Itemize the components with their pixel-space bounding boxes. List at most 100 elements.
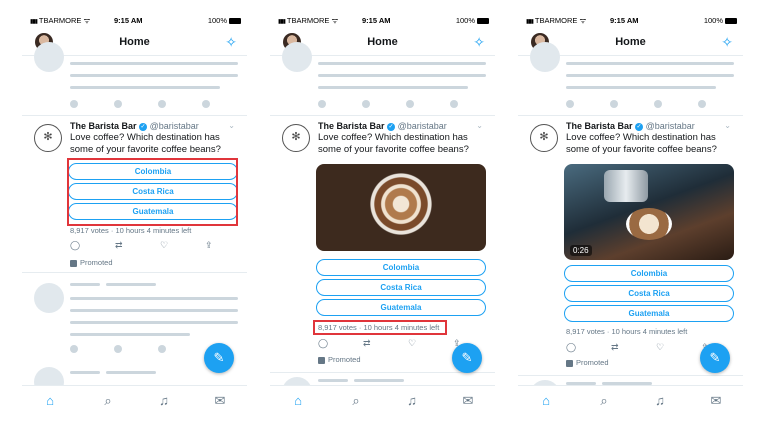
placeholder-line bbox=[70, 321, 238, 324]
placeholder-dot bbox=[70, 345, 78, 353]
tweet-actions: ◯ ⇄ ♡ ⇪ bbox=[318, 338, 468, 350]
compose-tweet-button[interactable]: ✎ bbox=[204, 343, 234, 373]
reply-icon[interactable]: ◯ bbox=[318, 338, 328, 349]
poll-option-costa-rica[interactable]: Costa Rica bbox=[316, 279, 486, 296]
placeholder-dot bbox=[158, 100, 166, 108]
barista-bar-logo-icon[interactable]: ✻ bbox=[34, 124, 62, 152]
promoted-icon bbox=[318, 356, 325, 364]
messages-icon[interactable]: ✉ bbox=[706, 393, 726, 409]
clock: 9:15 AM bbox=[610, 16, 639, 25]
author-name[interactable]: The Barista Bar bbox=[318, 121, 385, 131]
placeholder-dot bbox=[70, 100, 78, 108]
placeholder-tweet bbox=[518, 42, 743, 116]
placeholder-line bbox=[318, 86, 468, 89]
placeholder-line bbox=[566, 86, 716, 89]
placeholder-line bbox=[106, 371, 156, 374]
poll-option-colombia[interactable]: Colombia bbox=[564, 265, 734, 282]
chevron-down-icon[interactable]: ⌄ bbox=[724, 121, 731, 130]
verified-icon: ✓ bbox=[139, 122, 148, 131]
placeholder-line bbox=[70, 74, 238, 77]
bottom-tab-bar: ⌂ ⌕ ♫ ✉ bbox=[518, 385, 743, 417]
sparkle-icon[interactable]: ✧ bbox=[225, 34, 237, 51]
placeholder-dot bbox=[698, 100, 706, 108]
barista-bar-logo-icon[interactable]: ✻ bbox=[282, 124, 310, 152]
tweet-actions: ◯ ⇄ ♡ ⇪ bbox=[566, 342, 716, 354]
reply-icon[interactable]: ◯ bbox=[566, 342, 576, 353]
placeholder-line bbox=[70, 86, 220, 89]
placeholder-tweet bbox=[22, 42, 247, 116]
battery-indicator: 100% bbox=[704, 16, 737, 25]
placeholder-line bbox=[70, 309, 238, 312]
placeholder-line bbox=[70, 297, 238, 300]
latte-pour-video[interactable]: 0:26 bbox=[564, 164, 734, 260]
share-icon[interactable]: ⇪ bbox=[205, 240, 213, 251]
placeholder-line bbox=[70, 371, 100, 374]
search-icon[interactable]: ⌕ bbox=[346, 393, 366, 409]
chevron-down-icon[interactable]: ⌄ bbox=[476, 121, 483, 130]
notifications-icon[interactable]: ♫ bbox=[154, 393, 174, 408]
placeholder-dot bbox=[114, 100, 122, 108]
compose-tweet-button[interactable]: ✎ bbox=[700, 343, 730, 373]
reply-icon[interactable]: ◯ bbox=[70, 240, 80, 251]
poll-option-guatemala[interactable]: Guatemala bbox=[564, 305, 734, 322]
placeholder-dot bbox=[318, 100, 326, 108]
heart-icon[interactable]: ♡ bbox=[656, 342, 664, 353]
bottom-tab-bar: ⌂ ⌕ ♫ ✉ bbox=[22, 385, 247, 417]
latte-art-image[interactable] bbox=[316, 164, 486, 251]
promoted-icon bbox=[566, 359, 573, 367]
heart-icon[interactable]: ♡ bbox=[408, 338, 416, 349]
status-bar: ▮▮▮ TBARMORE ᯤ 9:15 AM 100% bbox=[518, 16, 743, 28]
retweet-icon[interactable]: ⇄ bbox=[363, 338, 371, 349]
messages-icon[interactable]: ✉ bbox=[458, 393, 478, 409]
notifications-icon[interactable]: ♫ bbox=[402, 393, 422, 408]
barista-bar-logo-icon[interactable]: ✻ bbox=[530, 124, 558, 152]
chevron-down-icon[interactable]: ⌄ bbox=[228, 121, 235, 130]
highlight-box bbox=[313, 320, 447, 335]
placeholder-avatar bbox=[282, 42, 312, 72]
author-handle: @baristabar bbox=[397, 121, 447, 131]
poll-option-guatemala[interactable]: Guatemala bbox=[316, 299, 486, 316]
messages-icon[interactable]: ✉ bbox=[210, 393, 230, 409]
promoted-label: Promoted bbox=[70, 258, 113, 267]
author-name[interactable]: The Barista Bar bbox=[566, 121, 633, 131]
home-icon[interactable]: ⌂ bbox=[288, 393, 308, 408]
retweet-icon[interactable]: ⇄ bbox=[115, 240, 123, 251]
battery-icon bbox=[477, 18, 489, 25]
carrier-label: ▮▮▮ TBARMORE ᯤ bbox=[278, 16, 339, 25]
placeholder-line bbox=[318, 74, 486, 77]
author-handle: @baristabar bbox=[149, 121, 199, 131]
tweet-header: The Barista Bar ✓ @baristabar bbox=[566, 121, 695, 131]
signal-icon: ▮▮▮ bbox=[30, 19, 38, 25]
signal-icon: ▮▮▮ bbox=[278, 19, 286, 25]
home-icon[interactable]: ⌂ bbox=[40, 393, 60, 408]
tweet-text: Love coffee? Which destination has some … bbox=[318, 132, 469, 155]
battery-indicator: 100% bbox=[208, 16, 241, 25]
home-icon[interactable]: ⌂ bbox=[536, 393, 556, 408]
poll: Colombia Costa Rica Guatemala bbox=[316, 259, 486, 319]
sparkle-icon[interactable]: ✧ bbox=[721, 34, 733, 51]
battery-icon bbox=[229, 18, 241, 25]
placeholder-avatar bbox=[34, 42, 64, 72]
retweet-icon[interactable]: ⇄ bbox=[611, 342, 619, 353]
poll-option-costa-rica[interactable]: Costa Rica bbox=[564, 285, 734, 302]
compose-tweet-button[interactable]: ✎ bbox=[452, 343, 482, 373]
poll-option-colombia[interactable]: Colombia bbox=[316, 259, 486, 276]
carrier-label: ▮▮▮ TBARMORE ᯤ bbox=[526, 16, 587, 25]
placeholder-line bbox=[70, 283, 100, 286]
tweet-header: The Barista Bar ✓ @baristabar bbox=[318, 121, 447, 131]
placeholder-line bbox=[566, 62, 734, 65]
search-icon[interactable]: ⌕ bbox=[98, 393, 118, 409]
placeholder-dot bbox=[406, 100, 414, 108]
poll-votes-text: 8,917 votes · 10 hours 4 minutes left bbox=[70, 226, 192, 235]
search-icon[interactable]: ⌕ bbox=[594, 393, 614, 409]
verified-icon: ✓ bbox=[635, 122, 644, 131]
placeholder-dot bbox=[610, 100, 618, 108]
author-name[interactable]: The Barista Bar bbox=[70, 121, 137, 131]
phone-screen-text-poll: ▮▮▮ TBARMORE ᯤ 9:15 AM 100% Home ✧ ✻ The… bbox=[22, 0, 247, 441]
signal-icon: ▮▮▮ bbox=[526, 19, 534, 25]
poll: Colombia Costa Rica Guatemala bbox=[564, 265, 734, 325]
sparkle-icon[interactable]: ✧ bbox=[473, 34, 485, 51]
notifications-icon[interactable]: ♫ bbox=[650, 393, 670, 408]
heart-icon[interactable]: ♡ bbox=[160, 240, 168, 251]
clock: 9:15 AM bbox=[114, 16, 143, 25]
